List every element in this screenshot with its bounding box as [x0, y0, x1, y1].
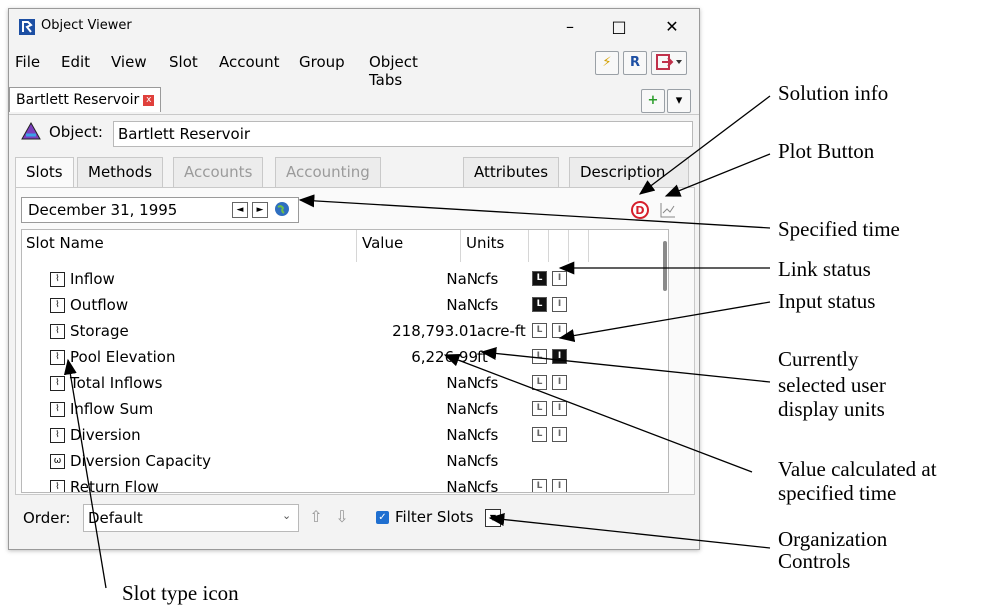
annotation-arrows	[63, 95, 771, 589]
